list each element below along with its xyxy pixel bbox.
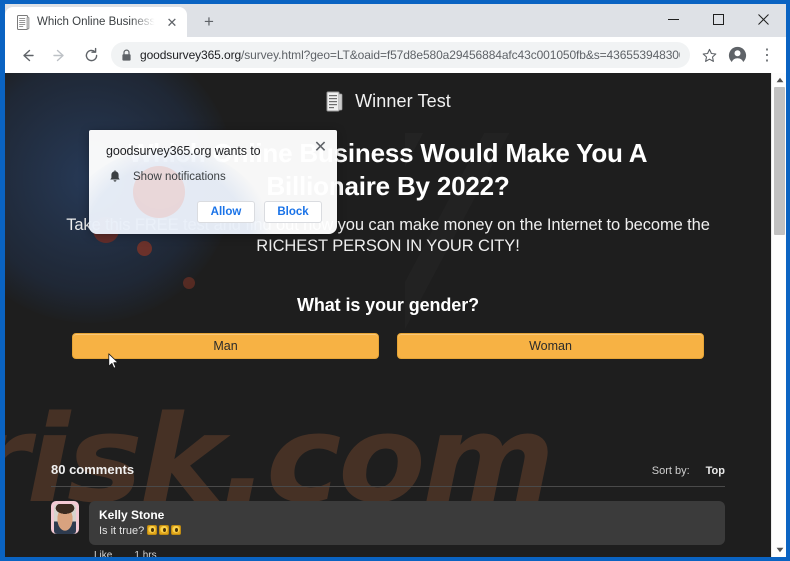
close-button[interactable] [741, 4, 786, 35]
url-path: /survey.html?geo=LT&oaid=f57d8e580a29456… [241, 48, 680, 62]
comments-count: 80 comments [51, 462, 135, 478]
site-title: Winner Test [355, 90, 451, 111]
minimize-button[interactable] [651, 4, 696, 35]
allow-button[interactable]: Allow [197, 201, 255, 223]
avatar [51, 501, 79, 535]
tab-close-icon[interactable]: ✕ [164, 14, 180, 30]
site-header: Winner Test [5, 73, 771, 117]
forward-icon[interactable] [45, 41, 73, 69]
reload-icon[interactable] [77, 41, 105, 69]
scroll-down-icon[interactable] [772, 543, 786, 557]
url-text: goodsurvey365.org/survey.html?geo=LT&oai… [140, 48, 680, 62]
scroll-up-icon[interactable] [772, 73, 786, 87]
comment-body: Kelly Stone Is it true? Like 1 hrs [89, 501, 725, 557]
maximize-button[interactable] [696, 4, 741, 35]
tab-active[interactable]: Which Online Business Would Ma ✕ [5, 7, 187, 37]
page-viewport: risk.com Winner Test Which Online Busine… [5, 73, 786, 557]
survey-answers: Man Woman [72, 333, 704, 360]
block-button[interactable]: Block [264, 201, 322, 223]
comment-emoji-group [147, 525, 183, 537]
permission-option-label: Show notifications [133, 170, 226, 183]
browser-window: Which Online Business Would Ma ✕ + [0, 0, 790, 561]
avatar-photo [54, 504, 76, 535]
comments-header: 80 comments Sort by: Top [51, 462, 725, 488]
document-list-icon [325, 90, 345, 112]
new-tab-button[interactable]: + [195, 7, 223, 35]
document-favicon [16, 14, 30, 30]
comments-section: 80 comments Sort by: Top Kelly Stone Is … [51, 462, 725, 557]
url-host: goodsurvey365.org [140, 48, 242, 62]
back-icon[interactable] [13, 41, 41, 69]
browser-menu-icon[interactable]: ⋮ [753, 41, 781, 69]
money-face-emoji-icon [147, 525, 158, 536]
sort-value[interactable]: Top [706, 465, 725, 477]
profile-avatar-icon[interactable] [723, 41, 751, 69]
sort-label: Sort by: [651, 465, 690, 478]
survey-question: What is your gender? [296, 295, 480, 316]
tab-strip: Which Online Business Would Ma ✕ + [5, 4, 786, 37]
comment-bubble: Kelly Stone Is it true? [89, 501, 725, 546]
window-controls [651, 4, 786, 35]
scrollbar-thumb[interactable] [774, 87, 785, 235]
answer-button-man[interactable]: Man [72, 333, 379, 360]
address-bar[interactable]: goodsurvey365.org/survey.html?geo=LT&oai… [111, 42, 690, 68]
comment-text: Is it true? [99, 525, 145, 538]
permission-option: Show notifications [106, 169, 322, 184]
notification-permission-popup: ✕ goodsurvey365.org wants to Show notifi… [89, 130, 337, 234]
comment-author: Kelly Stone [99, 508, 165, 523]
permission-actions: Allow Block [106, 201, 322, 223]
bell-icon [108, 169, 121, 184]
comments-sort[interactable]: Sort by: Top [652, 465, 725, 477]
comment-like-button[interactable]: Like [94, 550, 112, 557]
permission-title: goodsurvey365.org wants to [106, 144, 261, 158]
lock-icon [119, 48, 133, 62]
bookmark-star-icon[interactable] [696, 42, 722, 68]
money-face-emoji-icon [159, 525, 170, 536]
money-face-emoji-icon [171, 525, 182, 536]
page-scrollbar[interactable] [771, 73, 786, 557]
browser-toolbar: goodsurvey365.org/survey.html?geo=LT&oai… [5, 37, 786, 73]
comment-text-row: Is it true? [99, 525, 715, 537]
answer-button-woman[interactable]: Woman [397, 333, 704, 360]
comment-meta: Like 1 hrs [89, 545, 725, 557]
tab-title: Which Online Business Would Ma [37, 16, 157, 28]
comment-timestamp: 1 hrs [134, 550, 157, 557]
comment-item: Kelly Stone Is it true? Like 1 hrs [51, 501, 725, 557]
